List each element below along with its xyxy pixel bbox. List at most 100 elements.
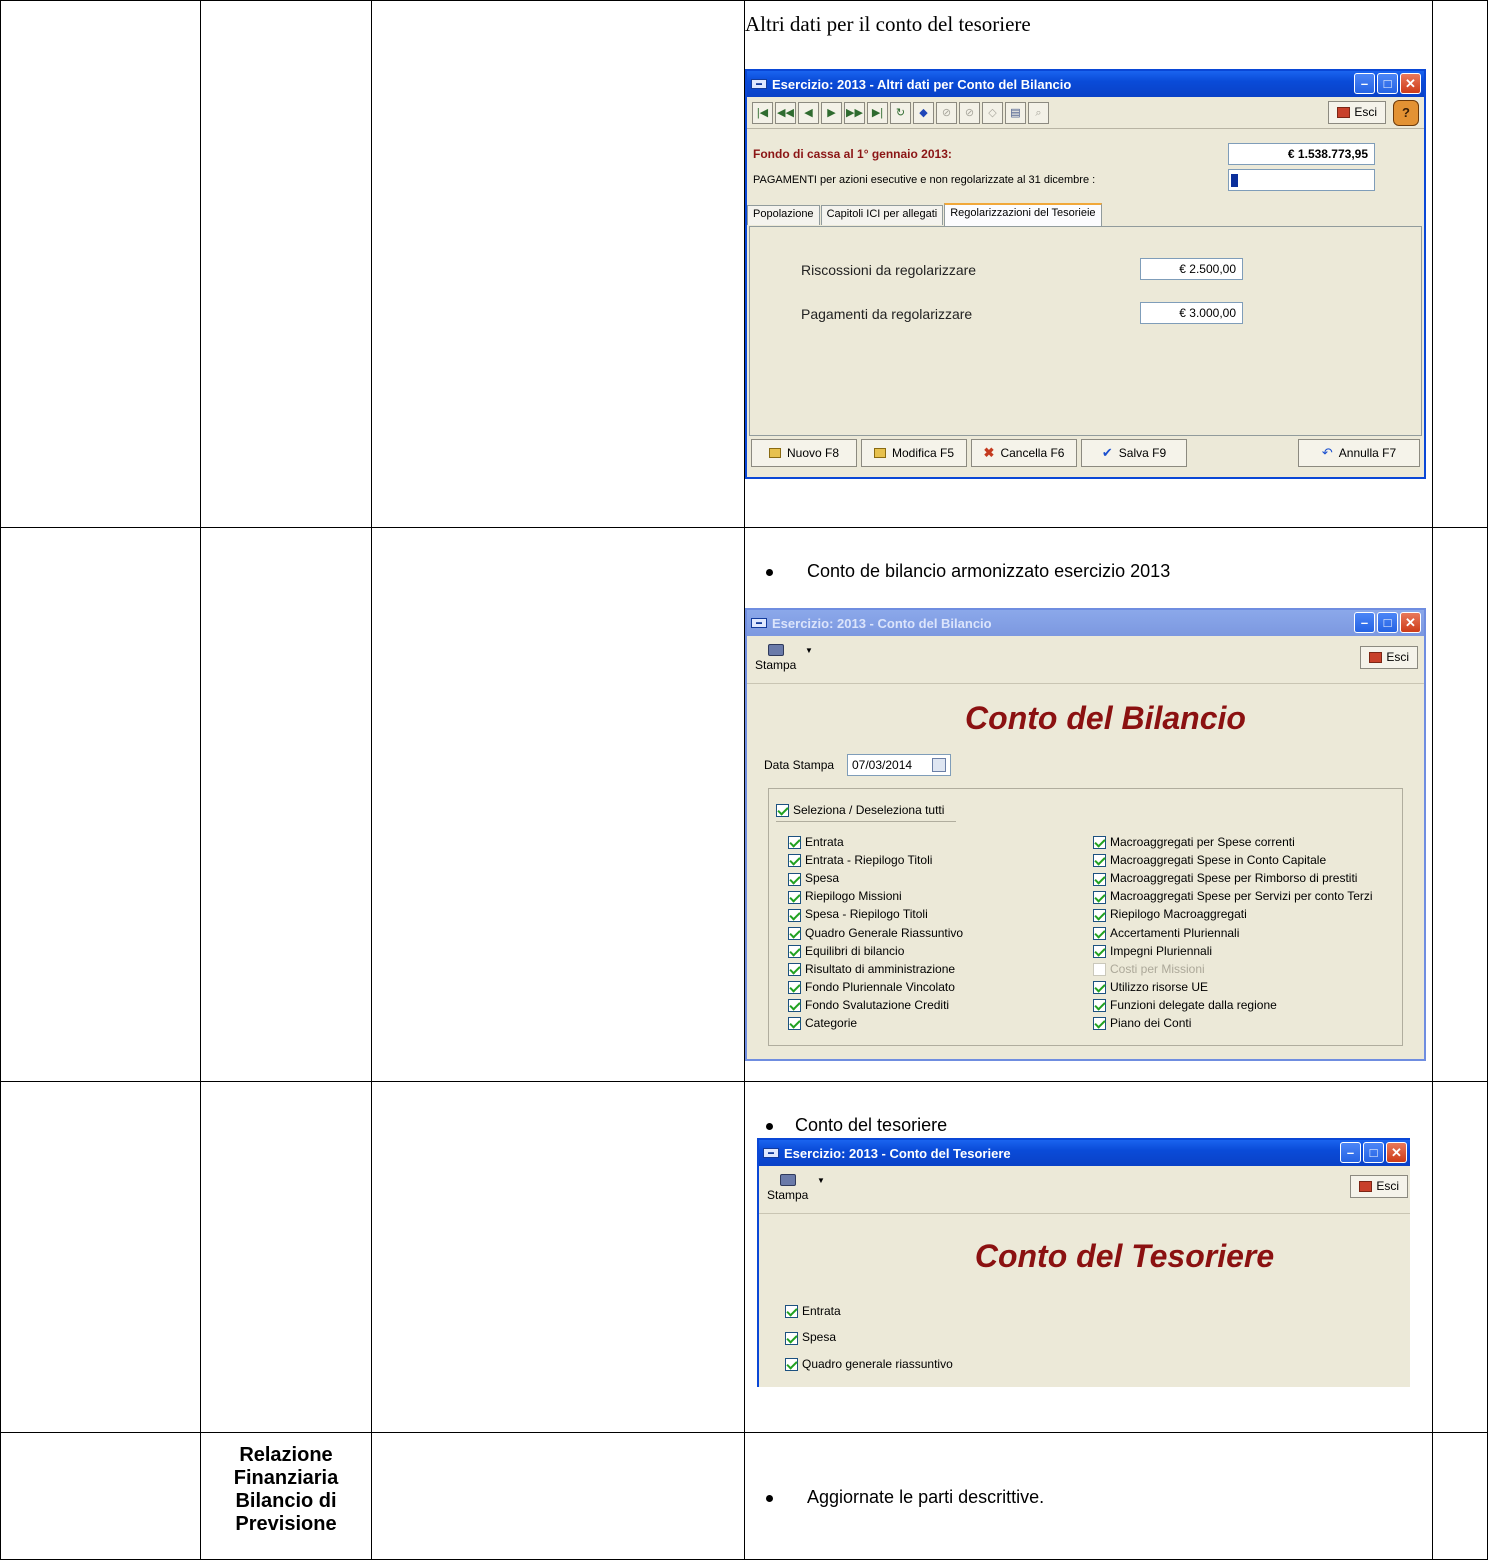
riscossioni-value: € 2.500,00	[1179, 262, 1236, 276]
report-right-checkbox[interactable]: Utilizzo risorse UE	[1093, 978, 1208, 996]
report-left-checkbox[interactable]: Risultato di amministrazione	[788, 960, 955, 978]
checkbox-box	[788, 908, 801, 922]
stampa-button[interactable]: Stampa	[767, 1174, 808, 1202]
checkbox-label: Funzioni delegate dalla regione	[1110, 997, 1277, 1012]
close-button[interactable]: ✕	[1400, 612, 1421, 633]
checkbox-label: Macroaggregati Spese per Rimborso di pre…	[1110, 871, 1358, 886]
checkbox-box	[1093, 872, 1106, 886]
refresh-icon[interactable]: ↻	[890, 101, 911, 124]
close-button[interactable]: ✕	[1386, 1142, 1407, 1163]
checkbox-label: Spesa	[805, 871, 840, 886]
select-all-checkbox[interactable]: Seleziona / Deseleziona tutti	[776, 801, 944, 819]
report-left-checkbox[interactable]: Fondo Pluriennale Vincolato	[788, 978, 955, 996]
checkbox-label: Costi per Missioni	[1110, 961, 1205, 976]
report-right-checkbox[interactable]: Costi per Missioni	[1093, 960, 1205, 978]
cancella-button[interactable]: ✖ Cancella F6	[971, 439, 1077, 467]
report-left-checkbox[interactable]: Equilibri di bilancio	[788, 942, 904, 960]
pagamenti-field[interactable]: 0	[1228, 169, 1375, 191]
tesoriere-checkbox[interactable]: Entrata	[785, 1302, 841, 1320]
maximize-button[interactable]: □	[1377, 612, 1398, 633]
esci-button[interactable]: Esci	[1350, 1175, 1408, 1198]
tab-regolarizzazioni[interactable]: Regolarizzazioni del Tesorieie	[944, 203, 1102, 226]
next-page-icon[interactable]: ▶▶	[844, 101, 865, 124]
report-right-checkbox[interactable]: Accertamenti Pluriennali	[1093, 924, 1239, 942]
checkbox-box	[788, 944, 801, 958]
report-left-checkbox[interactable]: Spesa	[788, 869, 839, 887]
fondo-cassa-field[interactable]: € 1.538.773,95	[1228, 143, 1375, 165]
unlink-icon[interactable]: ⊘	[959, 101, 980, 124]
report-left-checkbox[interactable]: Riepilogo Missioni	[788, 887, 902, 905]
data-stampa-field[interactable]: 07/03/2014	[847, 754, 951, 776]
tab-panel: Riscossioni da regolarizzare € 2.500,00 …	[749, 226, 1422, 436]
link-icon[interactable]: ⊘	[936, 101, 957, 124]
report-right-checkbox[interactable]: Macroaggregati per Spese correnti	[1093, 833, 1295, 851]
checkbox-label: Riepilogo Missioni	[805, 889, 902, 904]
report-left-checkbox[interactable]: Spesa - Riepilogo Titoli	[788, 905, 928, 923]
report-right-checkbox[interactable]: Impegni Pluriennali	[1093, 942, 1212, 960]
checkbox-label: Quadro Generale Riassuntivo	[805, 925, 964, 940]
dropdown-arrow-icon[interactable]: ▼	[805, 646, 813, 655]
esci-button[interactable]: Esci	[1328, 101, 1386, 124]
calendar-icon[interactable]	[932, 758, 946, 772]
first-record-icon[interactable]: |◀	[752, 101, 773, 124]
label-line: Previsione	[235, 1513, 337, 1535]
bullet-dot	[766, 1122, 773, 1130]
report-left-checkbox[interactable]: Entrata - Riepilogo Titoli	[788, 851, 932, 869]
maximize-button[interactable]: □	[1363, 1142, 1384, 1163]
checkbox-label: Spesa - Riepilogo Titoli	[805, 907, 928, 922]
stampa-button[interactable]: Stampa	[755, 644, 796, 672]
new-icon	[768, 448, 781, 458]
report-right-checkbox[interactable]: Piano dei Conti	[1093, 1014, 1191, 1032]
prev-page-icon[interactable]: ◀◀	[775, 101, 796, 124]
table-border-col4	[1432, 0, 1433, 1560]
esci-button[interactable]: Esci	[1360, 646, 1418, 669]
nuovo-button[interactable]: Nuovo F8	[751, 439, 857, 467]
modifica-button[interactable]: Modifica F5	[861, 439, 967, 467]
report-right-checkbox[interactable]: Macroaggregati Spese per Servizi per con…	[1093, 887, 1373, 905]
delete-icon: ✖	[983, 445, 995, 460]
report-left-checkbox[interactable]: Fondo Svalutazione Crediti	[788, 996, 949, 1014]
report-left-checkbox[interactable]: Categorie	[788, 1014, 857, 1032]
tab-capitoli-ici[interactable]: Capitoli ICI per allegati	[820, 205, 944, 225]
edit-pencil-icon	[873, 448, 886, 458]
salva-button[interactable]: ✔ Salva F9	[1081, 439, 1187, 467]
minimize-button[interactable]: –	[1340, 1142, 1361, 1163]
pagamenti-reg-label: Pagamenti da regolarizzare	[801, 306, 973, 322]
tab-popolazione[interactable]: Popolazione	[747, 205, 820, 225]
minimize-button[interactable]: –	[1354, 612, 1375, 633]
edit-icon[interactable]: ◆	[913, 101, 934, 124]
next-record-icon[interactable]: ▶	[821, 101, 842, 124]
checkbox-label: Fondo Svalutazione Crediti	[805, 997, 950, 1012]
checkbox-box	[776, 804, 789, 818]
report-right-checkbox[interactable]: Macroaggregati Spese per Rimborso di pre…	[1093, 869, 1357, 887]
riscossioni-field[interactable]: € 2.500,00	[1140, 258, 1243, 280]
last-record-icon[interactable]: ▶|	[867, 101, 888, 124]
report-right-checkbox[interactable]: Funzioni delegate dalla regione	[1093, 996, 1277, 1014]
tesoriere-checkbox[interactable]: Quadro generale riassuntivo	[785, 1355, 953, 1373]
bullet-dot	[766, 1494, 773, 1502]
print-icon[interactable]: ▤	[1005, 101, 1026, 124]
action-bar-spacer	[1191, 439, 1294, 467]
tesoriere-checkbox[interactable]: Spesa	[785, 1328, 836, 1346]
dropdown-arrow-icon[interactable]: ▼	[817, 1176, 825, 1185]
report-left-checkbox[interactable]: Quadro Generale Riassuntivo	[788, 924, 963, 942]
tag-icon[interactable]: ◇	[982, 101, 1003, 124]
report-left-checkbox[interactable]: Entrata	[788, 833, 844, 851]
prev-record-icon[interactable]: ◀	[798, 101, 819, 124]
pagamenti-reg-field[interactable]: € 3.000,00	[1140, 302, 1243, 324]
print-toolbar: Stampa ▼ Esci	[759, 1166, 1410, 1214]
zoom-icon[interactable]: ⌕	[1028, 101, 1049, 124]
help-icon[interactable]: ?	[1393, 100, 1419, 126]
checkbox-box	[788, 963, 801, 977]
undo-icon: ↶	[1321, 445, 1333, 460]
minimize-button[interactable]: –	[1354, 73, 1375, 94]
app-icon: ▬	[751, 618, 767, 628]
close-button[interactable]: ✕	[1400, 73, 1421, 94]
report-right-checkbox[interactable]: Riepilogo Macroaggregati	[1093, 905, 1247, 923]
annulla-button[interactable]: ↶ Annulla F7	[1298, 439, 1420, 467]
report-right-checkbox[interactable]: Macroaggregati Spese in Conto Capitale	[1093, 851, 1326, 869]
maximize-button[interactable]: □	[1377, 73, 1398, 94]
text-cursor	[1231, 174, 1238, 188]
exit-icon	[1337, 107, 1351, 118]
report-title: Conto del Bilancio	[965, 700, 1246, 736]
